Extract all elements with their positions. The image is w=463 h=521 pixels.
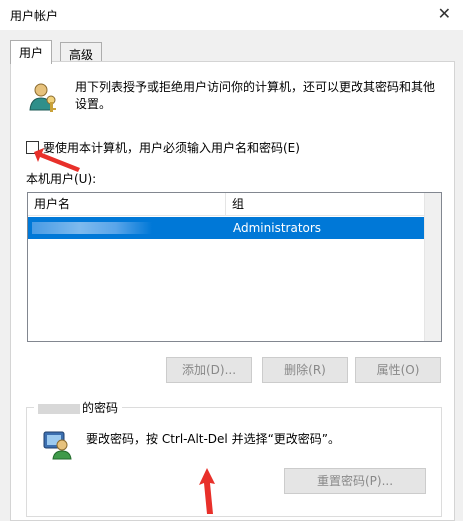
row-username [34, 217, 214, 239]
password-group-title: 的密码 [34, 399, 123, 416]
properties-button[interactable]: 属性(O) [355, 357, 441, 383]
window-title: 用户帐户 [10, 9, 59, 23]
password-groupbox [26, 407, 442, 517]
close-icon[interactable]: ✕ [438, 4, 451, 23]
tab-users[interactable]: 用户 [10, 40, 53, 64]
tab-advanced[interactable]: 高级 [60, 42, 103, 62]
list-header: 用户名 组 [28, 193, 441, 216]
blurred-username [38, 403, 80, 414]
column-header-group[interactable]: 组 [226, 193, 426, 215]
remove-button[interactable]: 删除(R) [262, 357, 348, 383]
column-header-username[interactable]: 用户名 [28, 193, 226, 215]
table-row[interactable]: Administrators [28, 217, 425, 239]
local-users-label: 本机用户(U): [26, 172, 97, 186]
title-bar: 用户帐户 ✕ [0, 0, 463, 30]
users-icon [29, 83, 56, 112]
reset-password-button[interactable]: 重置密码(P)... [284, 468, 426, 494]
users-list[interactable]: 用户名 组 Administrators [27, 192, 442, 342]
tab-strip: 用户 高级 [10, 40, 453, 64]
row-group: Administrators [233, 221, 322, 235]
add-button[interactable]: 添加(D)... [166, 357, 252, 383]
change-password-hint: 要改密码，按 Ctrl-Alt-Del 并选择“更改密码”。 [86, 432, 341, 446]
vertical-scrollbar[interactable] [424, 193, 441, 341]
user-key-icon [43, 431, 72, 460]
annotation-arrow [199, 468, 215, 514]
description-text: 用下列表授予或拒绝用户访问你的计算机，还可以更改其密码和其他设置。 [75, 80, 436, 111]
